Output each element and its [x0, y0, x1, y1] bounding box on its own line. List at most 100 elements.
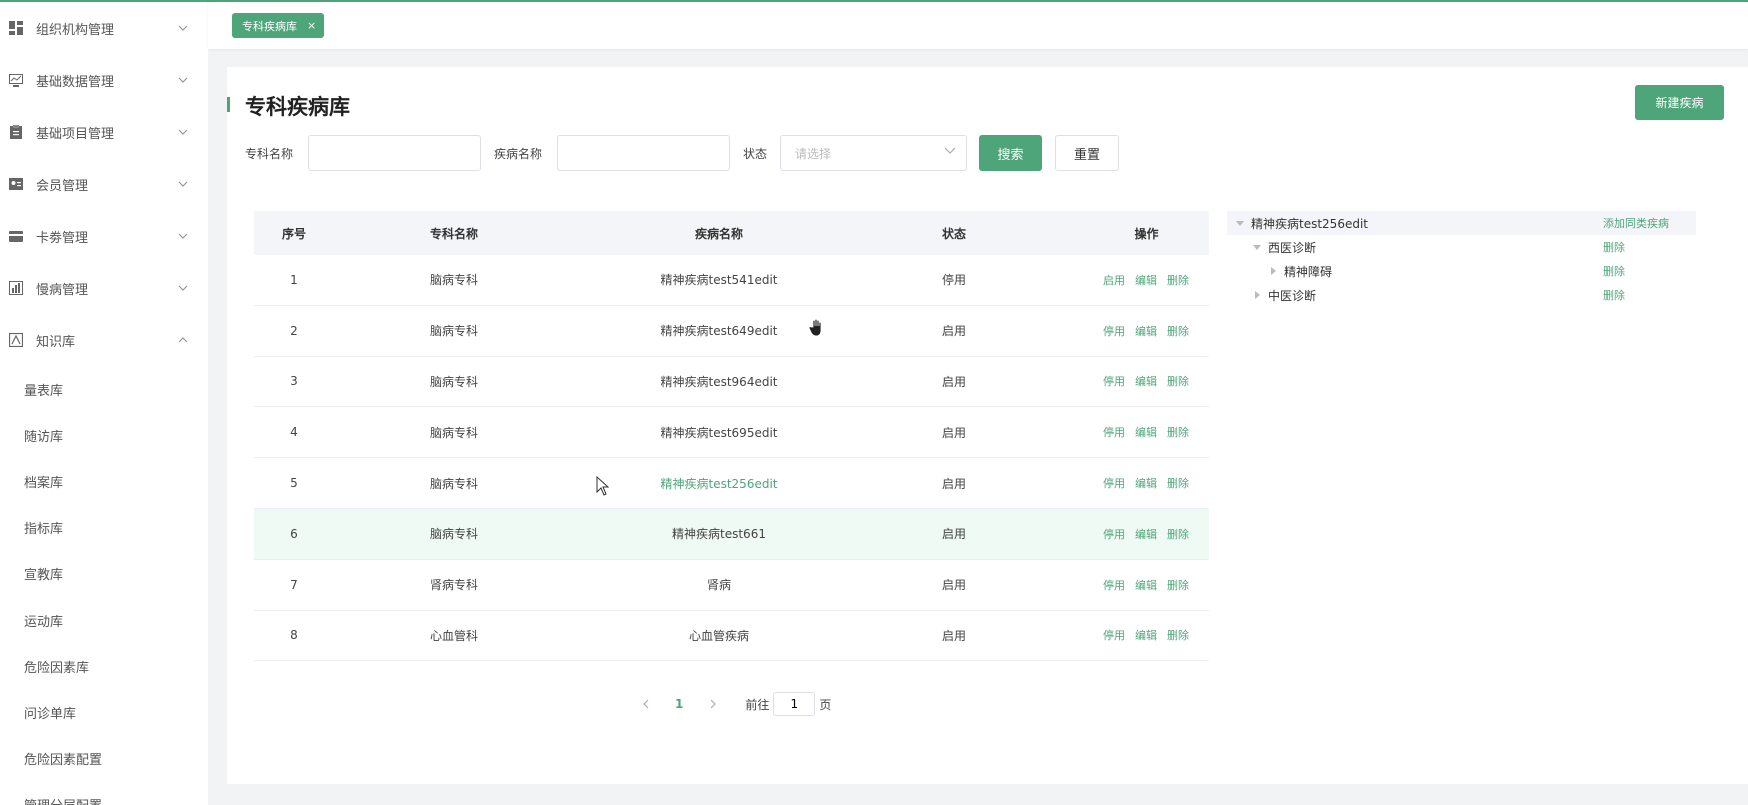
table-row[interactable]: 1 脑病专科 精神疾病test541edit 停用 启用 编辑 删除: [254, 255, 1209, 306]
toggle-status-button[interactable]: 停用: [1103, 579, 1125, 592]
cell-disease[interactable]: 精神疾病test541edit: [574, 271, 864, 288]
delete-button[interactable]: 删除: [1167, 325, 1189, 338]
caret-right-icon[interactable]: [1252, 290, 1262, 300]
reset-button[interactable]: 重置: [1055, 135, 1119, 171]
cell-status: 停用: [941, 273, 966, 288]
cell-status: 启用: [941, 628, 966, 643]
cell-disease[interactable]: 心血管疾病: [574, 627, 864, 644]
caret-right-icon[interactable]: [1268, 266, 1278, 276]
toggle-status-button[interactable]: 停用: [1103, 325, 1125, 338]
toggle-status-button[interactable]: 启用: [1103, 274, 1125, 287]
cell-disease[interactable]: 精神疾病test661: [574, 525, 864, 542]
cell-status: 启用: [941, 425, 966, 440]
cell-disease[interactable]: 精神疾病test256edit: [574, 475, 864, 492]
delete-button[interactable]: 删除: [1167, 375, 1189, 388]
card-icon: [8, 228, 24, 244]
edit-button[interactable]: 编辑: [1135, 325, 1157, 338]
sidebar-subitem-exercise[interactable]: 运动库: [0, 597, 208, 643]
delete-button[interactable]: 删除: [1167, 477, 1189, 490]
toggle-status-button[interactable]: 停用: [1103, 629, 1125, 642]
delete-button[interactable]: 删除: [1167, 629, 1189, 642]
delete-button[interactable]: 删除: [1167, 528, 1189, 541]
toggle-status-button[interactable]: 停用: [1103, 375, 1125, 388]
col-header-actions: 操作: [1134, 226, 1159, 241]
tree-node-tcm[interactable]: 中医诊断 删除: [1227, 283, 1696, 307]
delete-node-button[interactable]: 删除: [1603, 263, 1625, 279]
add-similar-disease-button[interactable]: 添加同类疾病: [1603, 215, 1669, 231]
table-row[interactable]: 6 脑病专科 精神疾病test661 启用 停用 编辑 删除: [254, 508, 1209, 560]
toggle-status-button[interactable]: 停用: [1103, 528, 1125, 541]
sidebar-menu-org[interactable]: 组织机构管理: [0, 2, 208, 54]
chevron-right-icon[interactable]: [707, 699, 719, 709]
specialty-input[interactable]: [308, 135, 481, 171]
col-header-status: 状态: [941, 226, 966, 241]
edit-button[interactable]: 编辑: [1135, 477, 1157, 490]
table-row[interactable]: 2 脑病专科 精神疾病test649edit 启用 停用 编辑 删除: [254, 306, 1209, 357]
cell-disease[interactable]: 肾病: [574, 576, 864, 593]
sidebar-menu-chronic[interactable]: 慢病管理: [0, 262, 208, 314]
tree-node-label: 中医诊断: [1268, 288, 1317, 303]
caret-down-icon[interactable]: [1252, 242, 1262, 252]
cell-disease[interactable]: 精神疾病test695edit: [574, 424, 864, 441]
cell-no: 4: [290, 425, 298, 440]
cell-specialty: 心血管科: [429, 628, 478, 643]
sidebar-menu-basic-data[interactable]: 基础数据管理: [0, 54, 208, 106]
tree-node-western[interactable]: 西医诊断 删除: [1227, 235, 1696, 259]
delete-button[interactable]: 删除: [1167, 274, 1189, 287]
tree-node-label: 精神障碍: [1284, 264, 1333, 279]
chevron-left-icon[interactable]: [639, 699, 651, 709]
edit-button[interactable]: 编辑: [1135, 426, 1157, 439]
delete-node-button[interactable]: 删除: [1603, 287, 1625, 303]
tab-specialty-disease[interactable]: 专科疾病库 ×: [232, 13, 325, 38]
tree-node-root[interactable]: 精神疾病test256edit 添加同类疾病: [1227, 211, 1696, 235]
edit-button[interactable]: 编辑: [1135, 274, 1157, 287]
cell-no: 1: [290, 272, 298, 287]
chevron-down-icon: [176, 21, 190, 35]
sidebar-subitem-education[interactable]: 宣教库: [0, 551, 208, 597]
id-card-icon: [8, 176, 24, 192]
table-row[interactable]: 3 脑病专科 精神疾病test964edit 启用 停用 编辑 删除: [254, 357, 1209, 408]
cell-actions: 停用 编辑 删除: [1044, 323, 1209, 339]
toggle-status-button[interactable]: 停用: [1103, 477, 1125, 490]
delete-node-button[interactable]: 删除: [1603, 239, 1625, 255]
disease-input[interactable]: [557, 135, 730, 171]
tree-node-mental-disorder[interactable]: 精神障碍 删除: [1227, 259, 1696, 283]
sidebar-menu-member[interactable]: 会员管理: [0, 158, 208, 210]
sidebar-subitem-layer-config[interactable]: 管理分层配置: [0, 782, 208, 805]
sidebar-menu-knowledge[interactable]: 知识库: [0, 314, 208, 366]
close-icon[interactable]: ×: [307, 19, 316, 32]
sidebar-menu-basic-project[interactable]: 基础项目管理: [0, 106, 208, 158]
cell-actions: 停用 编辑 删除: [1044, 577, 1209, 593]
cell-no: 8: [290, 628, 298, 643]
sidebar-subitem-indicator[interactable]: 指标库: [0, 505, 208, 551]
caret-down-icon[interactable]: [1235, 218, 1245, 228]
sidebar-subitem-risk-config[interactable]: 危险因素配置: [0, 736, 208, 782]
cell-status: 启用: [941, 374, 966, 389]
table-row[interactable]: 4 脑病专科 精神疾病test695edit 启用 停用 编辑 删除: [254, 407, 1209, 459]
disease-label: 疾病名称: [494, 147, 543, 161]
delete-button[interactable]: 删除: [1167, 579, 1189, 592]
edit-button[interactable]: 编辑: [1135, 528, 1157, 541]
table-row[interactable]: 7 肾病专科 肾病 启用 停用 编辑 删除: [254, 560, 1209, 611]
goto-page-input[interactable]: [773, 692, 816, 716]
edit-button[interactable]: 编辑: [1135, 629, 1157, 642]
new-disease-button[interactable]: 新建疾病: [1635, 85, 1724, 120]
sidebar-subitem-followup[interactable]: 随访库: [0, 412, 208, 458]
table-row[interactable]: 5 脑病专科 精神疾病test256edit 启用 停用 编辑 删除: [254, 458, 1209, 509]
search-button[interactable]: 搜索: [979, 135, 1042, 171]
edit-button[interactable]: 编辑: [1135, 579, 1157, 592]
page-number[interactable]: 1: [675, 697, 683, 711]
sidebar-subitem-risk-factor[interactable]: 危险因素库: [0, 643, 208, 689]
table-row[interactable]: 8 心血管科 心血管疾病 启用 停用 编辑 删除: [254, 611, 1209, 662]
cell-disease[interactable]: 精神疾病test964edit: [574, 373, 864, 390]
sidebar-subitem-inquiry[interactable]: 问诊单库: [0, 689, 208, 735]
status-select[interactable]: 请选择: [780, 135, 967, 171]
disease-table: 序号 专科名称 疾病名称 状态 操作 1 脑病专科 精神疾病test541edi…: [254, 211, 1209, 662]
delete-button[interactable]: 删除: [1167, 426, 1189, 439]
sidebar-subitem-archive[interactable]: 档案库: [0, 458, 208, 504]
tab-bar: 专科疾病库 ×: [208, 2, 1748, 49]
sidebar-subitem-scale[interactable]: 量表库: [0, 366, 208, 412]
sidebar-menu-coupon[interactable]: 卡劵管理: [0, 210, 208, 262]
edit-button[interactable]: 编辑: [1135, 375, 1157, 388]
toggle-status-button[interactable]: 停用: [1103, 426, 1125, 439]
